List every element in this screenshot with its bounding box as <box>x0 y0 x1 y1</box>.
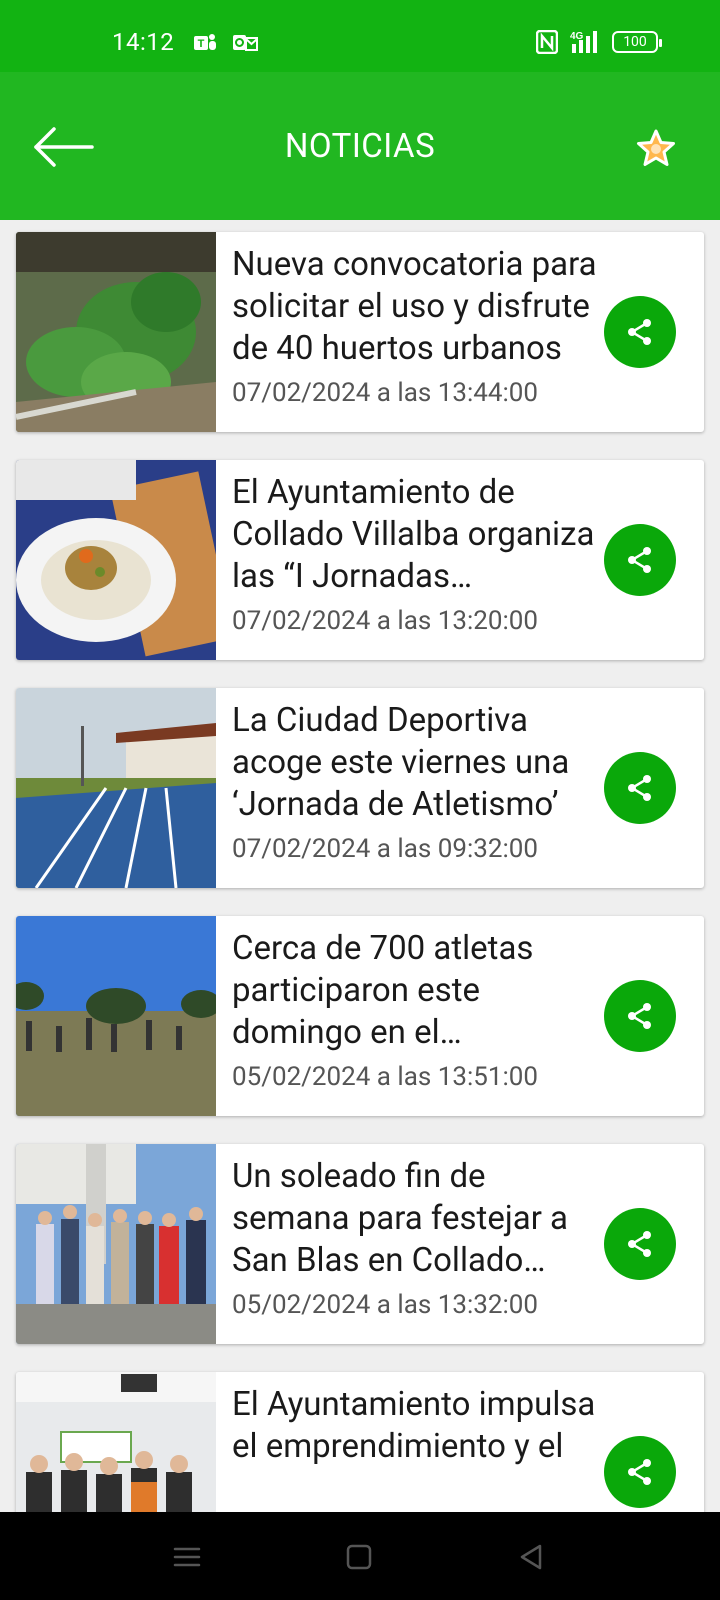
back-triangle-icon <box>520 1544 542 1570</box>
news-date: 05/02/2024 a las 13:32:00 <box>232 1290 538 1320</box>
share-button[interactable] <box>604 524 676 596</box>
share-icon <box>628 547 651 573</box>
news-item[interactable]: La Ciudad Deportiva acoge este viernes u… <box>16 688 704 888</box>
news-thumbnail <box>16 916 216 1116</box>
share-icon <box>628 775 651 801</box>
home-button[interactable] <box>342 1540 376 1574</box>
teams-icon: T <box>194 34 216 50</box>
system-nav-bar <box>0 1512 720 1600</box>
share-button[interactable] <box>604 296 676 368</box>
system-back-button[interactable] <box>514 1540 548 1574</box>
news-thumbnail <box>16 232 216 432</box>
share-icon <box>628 1459 651 1485</box>
news-title: La Ciudad Deportiva acoge este viernes u… <box>232 701 570 824</box>
menu-icon <box>173 1547 201 1567</box>
news-thumbnail <box>16 1144 216 1344</box>
system-icons: 4G 100 <box>536 30 662 54</box>
news-date: 07/02/2024 a las 13:44:00 <box>232 378 538 408</box>
recent-apps-button[interactable] <box>170 1540 204 1574</box>
signal-4g-icon: 4G <box>570 31 597 53</box>
news-thumbnail <box>16 1372 216 1512</box>
share-icon <box>628 319 651 345</box>
battery-level: 100 <box>623 34 647 50</box>
share-button[interactable] <box>604 1208 676 1280</box>
news-item[interactable]: Un soleado fin de semana para festejar a… <box>16 1144 704 1344</box>
share-icon <box>628 1003 651 1029</box>
share-icon <box>628 1231 651 1257</box>
news-title: Un soleado fin de semana para festejar a… <box>232 1157 569 1280</box>
nfc-icon <box>536 30 558 54</box>
news-item[interactable]: Nueva convocatoria para solicitar el uso… <box>16 232 704 432</box>
news-title: El Ayuntamiento impulsa el emprendimient… <box>232 1385 596 1466</box>
news-list: Nueva convocatoria para solicitar el uso… <box>0 220 720 1512</box>
news-thumbnail <box>16 460 216 660</box>
notification-icons: T <box>192 30 258 56</box>
share-button[interactable] <box>604 1436 676 1508</box>
star-icon <box>637 129 675 166</box>
battery-icon: 100 <box>612 31 662 53</box>
news-item[interactable]: El Ayuntamiento de Collado Villalba orga… <box>16 460 704 660</box>
share-button[interactable] <box>604 752 676 824</box>
news-date: 07/02/2024 a las 09:32:00 <box>232 834 538 864</box>
status-time: 14:12 <box>112 28 175 56</box>
news-title: El Ayuntamiento de Collado Villalba orga… <box>232 473 595 596</box>
status-bar: 14:12 T 4G 100 <box>0 0 720 72</box>
news-thumbnail <box>16 688 216 888</box>
news-title: Cerca de 700 atletas participaron este d… <box>232 929 534 1052</box>
app-bar: NOTICIAS <box>0 72 720 220</box>
favorites-button[interactable] <box>636 128 676 168</box>
news-date: 07/02/2024 a las 13:20:00 <box>232 606 538 636</box>
news-date: 05/02/2024 a las 13:51:00 <box>232 1062 538 1092</box>
svg-text:T: T <box>198 38 205 50</box>
app-screen: 14:12 T 4G 100 NOTICIAS Nueva convocator… <box>0 0 720 1600</box>
page-title: NOTICIAS <box>284 127 436 166</box>
outlook-icon <box>233 35 258 51</box>
home-icon <box>346 1544 372 1570</box>
share-button[interactable] <box>604 980 676 1052</box>
news-item[interactable]: El Ayuntamiento impulsa el emprendimient… <box>16 1372 704 1512</box>
news-item[interactable]: Cerca de 700 atletas participaron este d… <box>16 916 704 1116</box>
news-title: Nueva convocatoria para solicitar el uso… <box>232 245 597 368</box>
